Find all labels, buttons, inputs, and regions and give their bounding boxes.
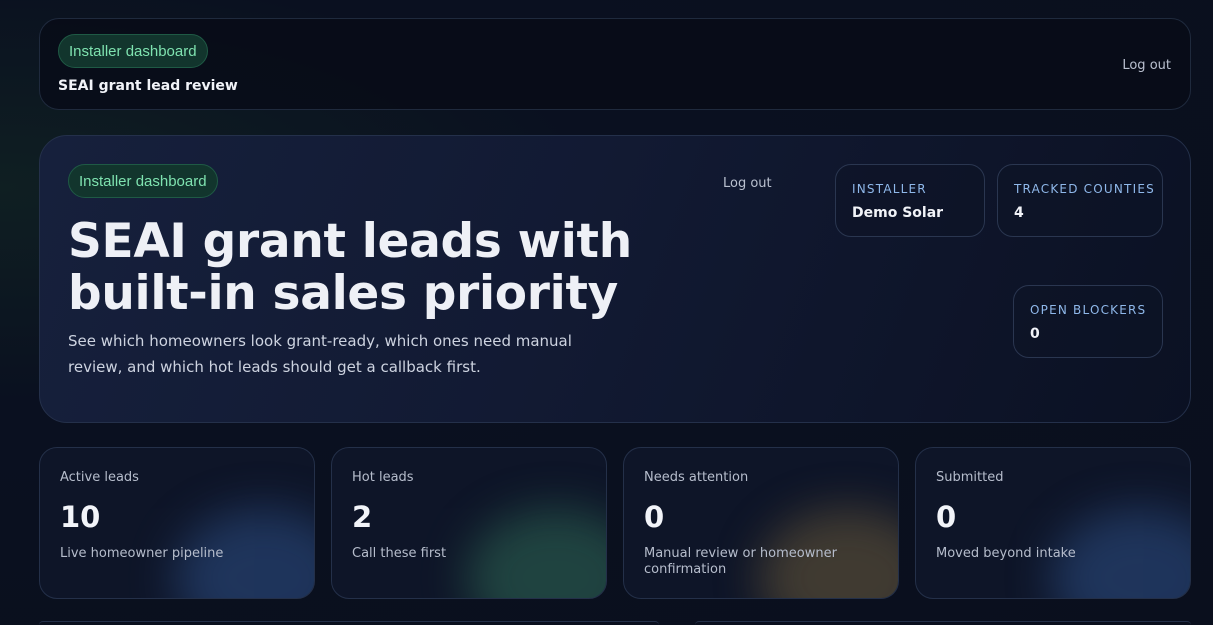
submitted-card: Submitted 0 Moved beyond intake xyxy=(915,447,1191,599)
next-panel-edge xyxy=(39,621,659,625)
open-blockers-label: OPEN BLOCKERS xyxy=(1030,303,1147,317)
card-note: Moved beyond intake xyxy=(936,546,1076,561)
logout-link[interactable]: Log out xyxy=(1122,58,1171,73)
card-title: Hot leads xyxy=(352,470,414,485)
hero-description: See which homeowners look grant-ready, w… xyxy=(68,332,572,376)
needs-attention-card: Needs attention 0 Manual review or homeo… xyxy=(623,447,899,599)
next-panel-edge xyxy=(695,621,1191,625)
card-note: Manual review or homeowner confirmation xyxy=(644,546,837,577)
card-title: Needs attention xyxy=(644,470,749,485)
tracked-counties-value: 4 xyxy=(1014,205,1024,221)
hot-leads-card: Hot leads 2 Call these first xyxy=(331,447,607,599)
open-blockers-value: 0 xyxy=(1030,326,1040,342)
tracked-counties-stat: TRACKED COUNTIES 4 xyxy=(997,164,1163,237)
installer-stat-label: INSTALLER xyxy=(852,182,927,196)
top-header-bar: Installer dashboard SEAI grant lead revi… xyxy=(39,18,1191,110)
hero-panel: Installer dashboard Log out SEAI grant l… xyxy=(39,135,1191,423)
card-value: 10 xyxy=(60,500,101,534)
installer-stat-value: Demo Solar xyxy=(852,205,944,221)
tracked-counties-label: TRACKED COUNTIES xyxy=(1014,182,1155,196)
card-note: Call these first xyxy=(352,546,447,561)
card-value: 0 xyxy=(644,500,665,534)
open-blockers-stat: OPEN BLOCKERS 0 xyxy=(1013,285,1163,358)
header-subtitle: SEAI grant lead review xyxy=(58,78,238,94)
card-note: Live homeowner pipeline xyxy=(60,546,224,561)
card-value: 0 xyxy=(936,500,957,534)
card-title: Submitted xyxy=(936,470,1004,485)
page-title: SEAI grant leads with built-in sales pri… xyxy=(68,214,632,321)
card-value: 2 xyxy=(352,500,373,534)
card-title: Active leads xyxy=(60,470,139,485)
active-leads-card: Active leads 10 Live homeowner pipeline xyxy=(39,447,315,599)
installer-dashboard-badge: Installer dashboard xyxy=(58,34,208,68)
hero-dashboard-badge: Installer dashboard xyxy=(68,164,218,198)
installer-stat: INSTALLER Demo Solar xyxy=(835,164,985,237)
hero-logout-link[interactable]: Log out xyxy=(723,176,772,191)
